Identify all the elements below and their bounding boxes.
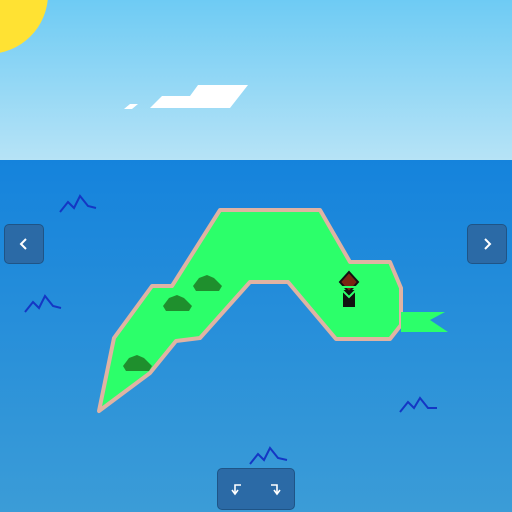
right-arrow-button[interactable] [467,224,507,264]
left-arrow-button[interactable] [4,224,44,264]
rotate-cw-button[interactable] [256,469,294,509]
chevron-right-icon [484,238,492,250]
rotate-ccw-button[interactable] [218,469,256,509]
chevron-left-icon [19,238,27,250]
game-scene [0,0,512,512]
rotate-cw-icon [271,484,281,496]
sky [0,0,512,160]
rotate-controls [217,468,295,510]
rotate-ccw-icon [231,484,241,496]
